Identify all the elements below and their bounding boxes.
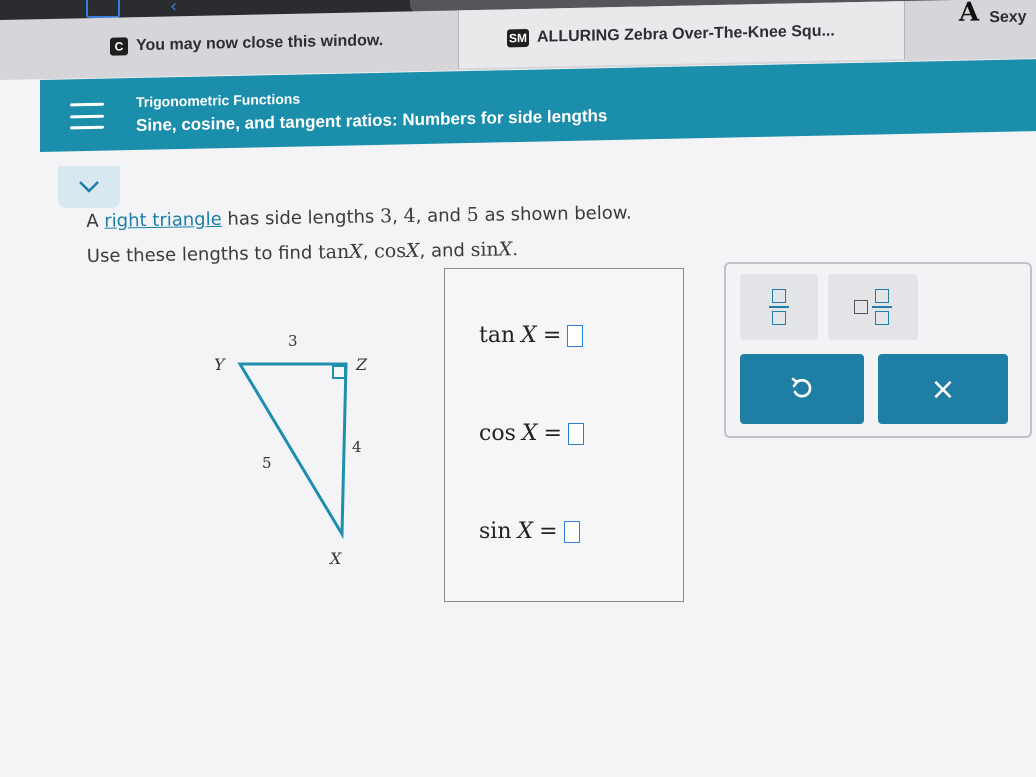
clear-button[interactable]: × [878,354,1008,424]
triangle-shape [237,362,348,540]
mixed-number-icon [854,289,892,325]
fraction-button[interactable] [740,274,818,340]
cos-answer-input[interactable] [567,422,584,445]
side-label-zx: 4 [352,438,362,456]
back-icon[interactable]: ‹ [170,0,177,17]
side-label-yx: 5 [262,454,272,472]
sin-answer-input[interactable] [563,520,580,543]
tab-favicon: C [110,37,128,56]
right-angle-marker [332,365,346,379]
tab-label: You may now close this window. [136,31,384,55]
collapse-button[interactable] [58,166,120,208]
topic-subtitle: Trigonometric Functions [136,90,301,110]
tab-label: ALLURING Zebra Over-The-Knee Squ... [537,22,835,46]
undo-button[interactable] [740,354,864,424]
math-keypad: × [724,262,1032,438]
right-triangle-diagram: 3 Y Z 4 5 X [214,332,368,568]
close-icon: × [930,371,956,407]
tab-favicon: SM [507,28,529,48]
tan-answer-input[interactable] [567,324,584,347]
right-triangle-link[interactable]: right triangle [104,209,222,232]
tab-label: Sexy [989,8,1027,27]
chevron-down-icon [79,181,99,193]
mixed-number-button[interactable] [828,274,918,340]
tab-close-window[interactable]: C You may now close this window. [100,10,458,75]
undo-icon [791,377,812,398]
sidebar-toggle-icon[interactable] [86,0,120,18]
side-label-yz: 3 [288,332,298,350]
vertex-label-x: X [328,549,342,568]
answer-box: tan X = cos X = sin X = [444,268,684,602]
fraction-icon [769,289,789,325]
page-title: Sine, cosine, and tangent ratios: Number… [136,106,608,135]
vertex-label-y: Y [214,355,226,374]
menu-icon-line [70,114,104,118]
vertex-label-z: Z [355,355,368,374]
tab-zebra-listing[interactable]: SM ALLURING Zebra Over-The-Knee Squ... [458,1,904,69]
menu-button[interactable] [70,102,104,130]
tan-answer-row: tan X = [479,323,584,348]
menu-icon-line [70,125,104,130]
question-text: A right triangle has side lengths 3, 4, … [86,193,787,274]
tab-sexy[interactable]: A Sexy [904,0,1036,60]
menu-icon-line [70,102,104,107]
cos-answer-row: cos X = [479,421,584,446]
sin-answer-row: sin X = [479,519,580,544]
tab-favicon: A [959,0,980,28]
